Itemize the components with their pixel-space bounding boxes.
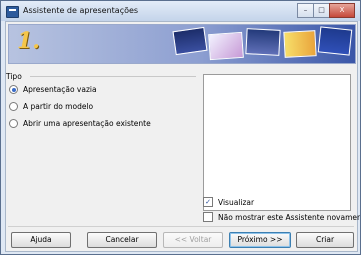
cancel-button[interactable]: Cancelar [87,232,157,248]
dont-show-again-checkbox[interactable]: Não mostrar este Assistente novamente [203,212,361,222]
dont-show-again-label: Não mostrar este Assistente novamente [218,212,361,222]
tipo-group-divider [30,76,196,77]
preview-checkbox[interactable]: ✓ Visualizar [203,197,254,207]
slide-thumbnail-3-icon [245,28,281,56]
slide-thumbnail-4-icon [283,30,317,58]
radio-open-existing-label: Abrir uma apresentação existente [23,119,151,128]
checkbox-checked-icon[interactable]: ✓ [203,197,213,207]
back-button[interactable]: << Voltar [163,232,223,248]
radio-from-template[interactable]: A partir do modelo [9,102,93,111]
next-button[interactable]: Próximo >> [229,232,291,248]
slide-thumbnail-5-icon [317,26,353,56]
title-bar[interactable]: Assistente de apresentações – □ X [1,1,360,21]
create-button[interactable]: Criar [296,232,354,248]
dialog-body: 1. Tipo Apresentação vazia A partir do m… [5,21,361,252]
window-title: Assistente de apresentações [23,6,139,15]
window-controls: – □ X [297,3,355,18]
radio-unselected-icon[interactable] [9,119,18,128]
tipo-group-label: Tipo [6,72,22,81]
radio-empty-presentation[interactable]: Apresentação vazia [9,85,97,94]
radio-open-existing[interactable]: Abrir uma apresentação existente [9,119,151,128]
preview-checkbox-label: Visualizar [218,197,255,207]
help-button[interactable]: Ajuda [11,232,71,248]
radio-unselected-icon[interactable] [9,102,18,111]
radio-selected-icon[interactable] [9,85,18,94]
checkbox-unchecked-icon[interactable] [203,212,213,222]
presentation-wizard-window: Assistente de apresentações – □ X 1. Tip… [0,0,361,255]
step-number: 1. [17,28,40,54]
slide-thumbnail-2-icon [208,31,244,61]
radio-from-template-label: A partir do modelo [23,102,94,111]
impress-app-icon [6,6,19,18]
wizard-banner: 1. [8,24,356,64]
minimize-icon[interactable]: – [297,3,314,18]
slide-thumbnail-1-icon [172,26,208,56]
close-icon[interactable]: X [329,3,355,18]
maximize-icon[interactable]: □ [313,3,330,18]
button-row-divider [8,226,354,227]
radio-empty-presentation-label: Apresentação vazia [23,85,97,94]
preview-pane [203,74,351,211]
